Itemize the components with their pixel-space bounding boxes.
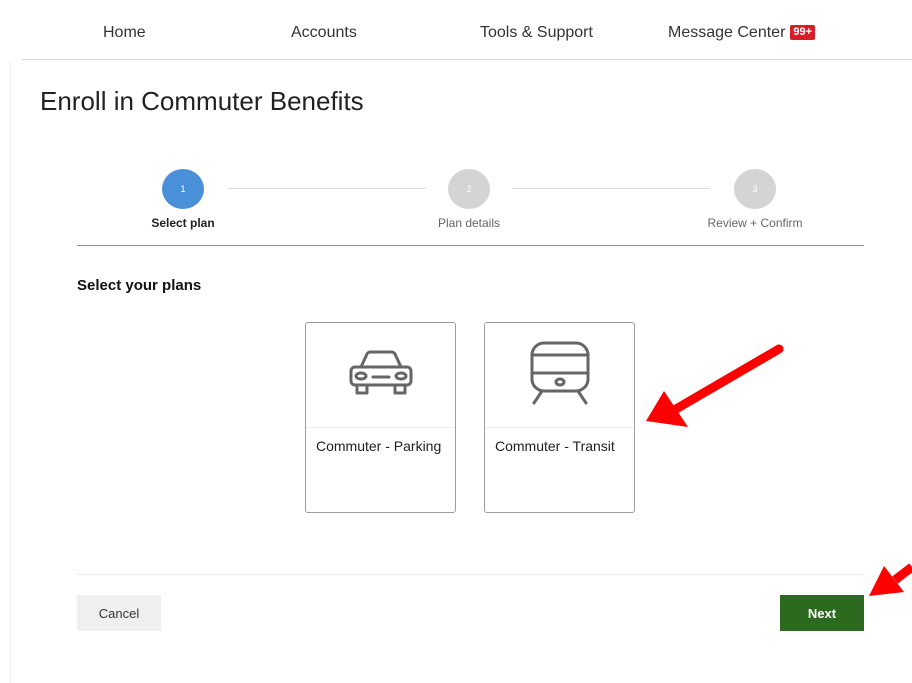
plan-label: Commuter - Parking: [316, 438, 442, 454]
car-icon: [347, 347, 415, 404]
step-connector: [512, 188, 710, 189]
next-button[interactable]: Next: [780, 595, 864, 631]
card-divider: [485, 427, 634, 428]
plan-label: Commuter - Transit: [495, 438, 615, 454]
step-number: 3: [752, 184, 758, 194]
arrow-to-next-icon: [869, 563, 912, 596]
step-3-label: Review + Confirm: [707, 216, 803, 230]
plan-icon-area: [485, 323, 634, 427]
card-divider: [306, 427, 455, 428]
section-title: Select your plans: [77, 277, 202, 294]
stepper-divider: [77, 245, 864, 246]
footer-divider: [77, 574, 864, 575]
step-2-label: Plan details: [437, 216, 501, 230]
step-connector: [228, 188, 426, 189]
step-1-indicator: 1: [162, 169, 204, 209]
step-2-indicator: 2: [448, 169, 490, 209]
arrow-to-transit-icon: [646, 344, 784, 427]
train-icon: [528, 341, 592, 410]
step-number: 1: [180, 184, 186, 194]
cancel-button[interactable]: Cancel: [77, 595, 161, 631]
step-number: 2: [466, 184, 472, 194]
plan-card-parking[interactable]: Commuter - Parking: [305, 322, 456, 513]
step-3-indicator: 3: [734, 169, 776, 209]
step-1-label: Select plan: [151, 216, 215, 230]
progress-stepper: 1 2 3 Select plan Plan details Review + …: [0, 0, 912, 250]
plan-card-transit[interactable]: Commuter - Transit: [484, 322, 635, 513]
plan-icon-area: [306, 323, 455, 427]
